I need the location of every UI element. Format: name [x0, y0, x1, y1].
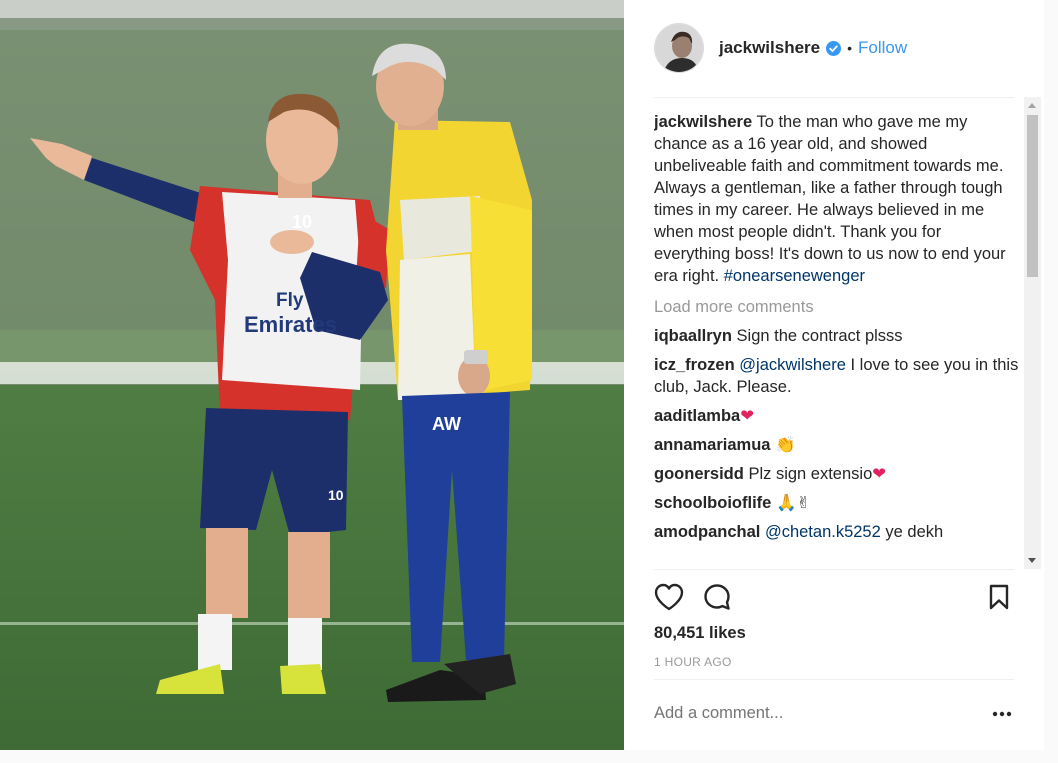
comment-username[interactable]: aaditlamba [654, 407, 740, 425]
comment-mention[interactable]: @jackwilshere [739, 356, 846, 374]
post-caption: jackwilshere To the man who gave me my c… [654, 111, 1019, 287]
comment-text: ye dekh [885, 523, 944, 541]
caption-username[interactable]: jackwilshere [654, 113, 752, 131]
comment-item: annamariamua 👏 [654, 434, 1019, 456]
header-separator: • [847, 40, 853, 56]
comment-item: goonersidd Plz sign extensio❤ [654, 463, 1019, 485]
comment-username[interactable]: goonersidd [654, 465, 744, 483]
like-button[interactable] [652, 580, 686, 614]
follow-button[interactable]: Follow [858, 38, 907, 58]
comment-item: iqbaallryn Sign the contract plsss [654, 325, 1019, 347]
footer-divider [654, 679, 1014, 680]
comment-text: Sign the contract plsss [736, 327, 903, 345]
shirt-number: 10 [292, 212, 312, 232]
comment-item: icz_frozen @jackwilshere I love to see y… [654, 354, 1019, 398]
more-options-button[interactable] [990, 704, 1014, 724]
ellipsis-icon [992, 711, 1012, 717]
comment-username[interactable]: schoolboioflife [654, 494, 771, 512]
scrollbar-thumb[interactable] [1027, 115, 1038, 277]
comments-list[interactable]: jackwilshere To the man who gave me my c… [654, 111, 1019, 567]
instagram-post: 10 Fly Emirates 10 AW jackwilshere • Fol… [0, 0, 1044, 750]
caption-text: To the man who gave me my chance as a 16… [654, 113, 1006, 285]
load-more-comments-button[interactable]: Load more comments [654, 296, 1019, 318]
post-side-panel: jackwilshere • Follow jackwilshere To th… [624, 0, 1044, 750]
heart-emoji: ❤ [872, 465, 887, 483]
comment-username[interactable]: icz_frozen [654, 356, 735, 374]
comment-item: schoolboioflife 🙏✌ [654, 492, 1019, 514]
post-photo[interactable]: 10 Fly Emirates 10 AW [0, 0, 624, 750]
post-timestamp[interactable]: 1 HOUR AGO [654, 655, 732, 669]
comments-divider [654, 569, 1014, 570]
header-divider [654, 97, 1014, 98]
add-comment-input[interactable] [654, 704, 954, 723]
verified-badge-icon [826, 40, 842, 56]
caption-hashtag[interactable]: #onearsenewenger [724, 267, 865, 285]
clap-emoji: 👏 [775, 436, 796, 454]
post-header: jackwilshere • Follow [654, 20, 907, 76]
trainer-initials: AW [432, 414, 461, 434]
pray-peace-emoji: 🙏✌ [775, 494, 811, 512]
scroll-up-arrow-icon[interactable] [1028, 103, 1036, 108]
comment-item: amodpanchal @chetan.k5252 ye dekh [654, 521, 1019, 543]
football-training-photo: 10 Fly Emirates 10 AW [0, 0, 624, 750]
comment-button[interactable] [700, 580, 734, 614]
bookmark-icon [989, 584, 1009, 610]
sponsor-line-1: Fly [276, 290, 304, 311]
comment-mention[interactable]: @chetan.k5252 [765, 523, 881, 541]
post-actions [652, 580, 1014, 614]
comment-username[interactable]: annamariamua [654, 436, 770, 454]
comment-bubble-icon [704, 584, 730, 610]
sponsor-line-2: Emirates [244, 312, 337, 337]
comment-username[interactable]: iqbaallryn [654, 327, 732, 345]
save-button[interactable] [982, 580, 1016, 614]
shorts-number: 10 [328, 487, 344, 503]
avatar[interactable] [654, 23, 704, 73]
comments-scrollbar[interactable] [1024, 97, 1041, 569]
post-author-username[interactable]: jackwilshere [719, 38, 820, 58]
comment-text: Plz sign extensio [748, 465, 873, 483]
comment-username[interactable]: amodpanchal [654, 523, 760, 541]
heart-icon [654, 583, 684, 611]
avatar-image [655, 24, 703, 72]
likes-count[interactable]: 80,451 likes [654, 624, 746, 643]
heart-emoji: ❤ [740, 407, 755, 425]
comment-item: aaditlamba❤ [654, 405, 1019, 427]
scroll-down-arrow-icon[interactable] [1028, 558, 1036, 563]
